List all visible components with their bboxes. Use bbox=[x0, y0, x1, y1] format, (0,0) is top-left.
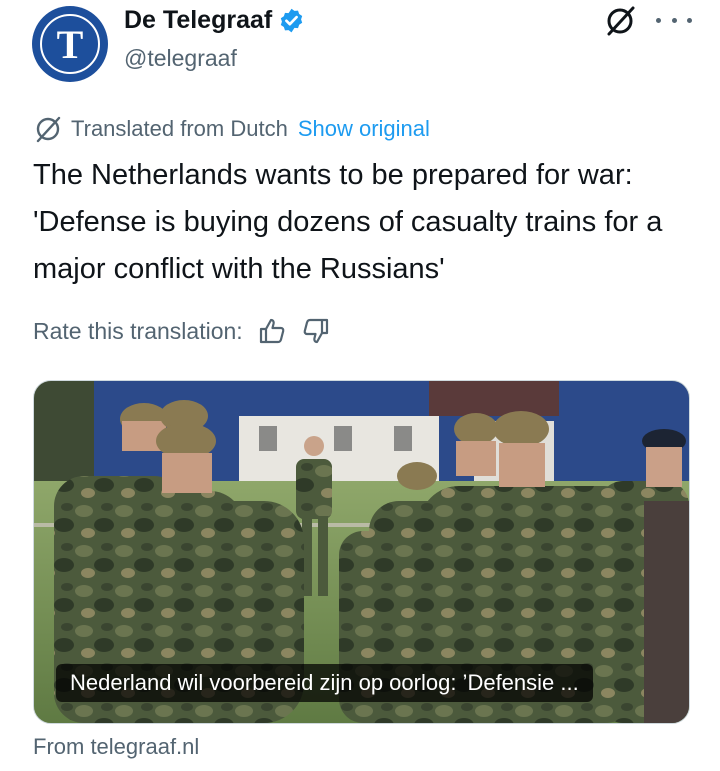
show-original-link[interactable]: Show original bbox=[298, 116, 430, 142]
translated-from-label: Translated from Dutch bbox=[71, 116, 288, 141]
thumbs-up-icon[interactable] bbox=[257, 316, 287, 346]
card-source[interactable]: From telegraaf.nl bbox=[33, 734, 199, 760]
grok-icon[interactable] bbox=[603, 4, 637, 38]
avatar[interactable]: T bbox=[32, 6, 108, 82]
verified-badge-icon bbox=[281, 8, 303, 33]
avatar-logo: T bbox=[40, 14, 100, 74]
display-name[interactable]: De Telegraaf bbox=[124, 6, 272, 35]
author-handle[interactable]: @telegraaf bbox=[124, 45, 237, 72]
rate-translation-label: Rate this translation: bbox=[33, 317, 243, 344]
thumbs-down-icon[interactable] bbox=[301, 316, 331, 346]
translate-globe-icon bbox=[36, 116, 61, 143]
more-options-icon[interactable] bbox=[656, 8, 692, 32]
link-card[interactable]: Nederland wil voorbereid zijn op oorlog:… bbox=[33, 380, 690, 724]
avatar-letter: T bbox=[56, 21, 84, 67]
card-caption: Nederland wil voorbereid zijn op oorlog:… bbox=[56, 664, 593, 702]
author-name-row: De Telegraaf bbox=[124, 6, 305, 35]
tweet-text: The Netherlands wants to be prepared for… bbox=[33, 159, 663, 285]
translation-row: Translated from Dutch Show original bbox=[33, 114, 430, 144]
rate-translation-row: Rate this translation: bbox=[33, 316, 331, 346]
